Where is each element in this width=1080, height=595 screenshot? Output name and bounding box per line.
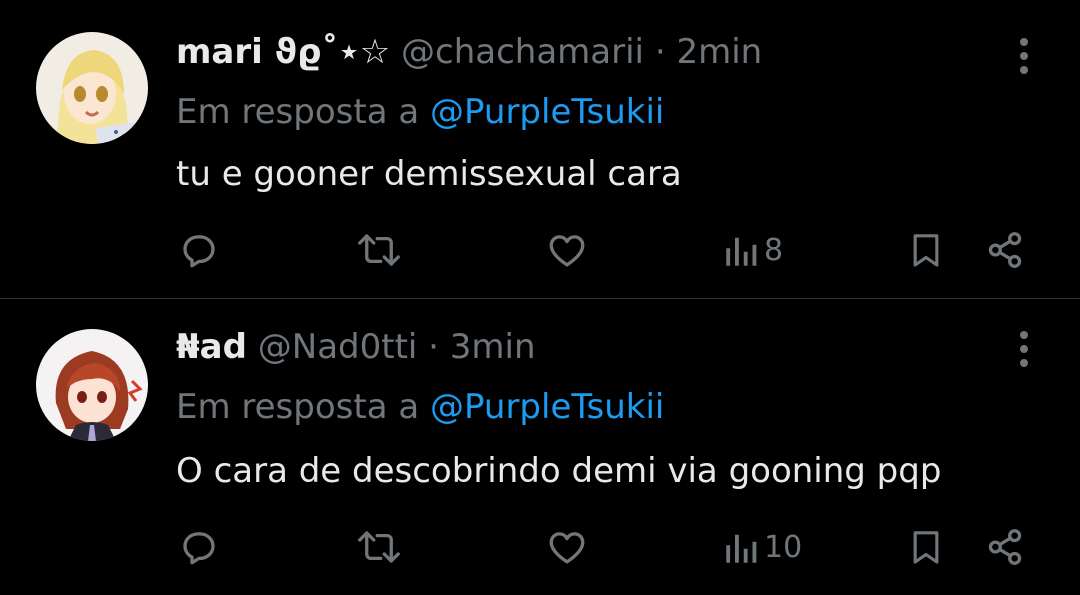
views-icon — [726, 237, 757, 266]
views-button[interactable]: 10 — [722, 521, 802, 573]
reply-prefix: Em resposta a — [176, 92, 420, 132]
separator: · — [428, 327, 439, 367]
reply-button[interactable] — [178, 521, 220, 573]
tweet-text: O cara de descobrindo demi via gooning p… — [176, 451, 942, 491]
reply-icon — [183, 235, 215, 268]
views-icon — [726, 534, 757, 563]
like-icon — [549, 532, 585, 564]
more-icon[interactable] — [1012, 331, 1036, 367]
like-button[interactable] — [546, 521, 588, 573]
reply-mention-link[interactable]: @PurpleTsukii — [430, 387, 664, 427]
views-count: 8 — [764, 232, 784, 268]
reply-context: Em resposta a @PurpleTsukii — [176, 383, 664, 431]
timestamp[interactable]: 3min — [450, 327, 536, 367]
avatar[interactable] — [36, 32, 148, 144]
share-icon — [988, 232, 1022, 268]
views-button[interactable]: 8 — [722, 224, 783, 276]
display-name[interactable]: ₦ad — [176, 327, 247, 367]
tweet[interactable]: ₦ad @Nad0tti · 3min Em resposta a @Purpl… — [0, 299, 1080, 595]
reply-icon — [183, 532, 215, 565]
like-icon — [549, 235, 585, 267]
retweet-button[interactable] — [356, 521, 402, 573]
views-count: 10 — [764, 529, 803, 565]
separator: · — [654, 32, 666, 72]
tweet-header: ₦ad @Nad0tti · 3min — [176, 323, 536, 371]
avatar[interactable] — [36, 329, 148, 441]
bookmark-icon — [913, 234, 939, 267]
reply-button[interactable] — [178, 224, 220, 276]
user-handle[interactable]: @chachamarii — [401, 32, 644, 72]
share-button[interactable] — [984, 521, 1026, 573]
retweet-icon — [358, 531, 400, 563]
more-icon[interactable] — [1012, 38, 1036, 74]
bookmark-icon — [913, 531, 939, 564]
share-button[interactable] — [984, 224, 1026, 276]
bookmark-button[interactable] — [906, 224, 946, 276]
reply-prefix: Em resposta a — [176, 387, 420, 427]
bookmark-button[interactable] — [906, 521, 946, 573]
timestamp[interactable]: 2min — [676, 32, 762, 72]
tweet-text: tu e gooner demissexual cara — [176, 154, 682, 194]
like-button[interactable] — [546, 224, 588, 276]
reply-context: Em resposta a @PurpleTsukii — [176, 88, 664, 136]
retweet-button[interactable] — [356, 224, 402, 276]
display-name[interactable]: mari ϑϱ˚⋆☆ — [176, 32, 390, 72]
reply-mention-link[interactable]: @PurpleTsukii — [430, 92, 664, 132]
action-bar: 10 — [0, 521, 1080, 573]
retweet-icon — [358, 234, 400, 266]
share-icon — [988, 529, 1022, 565]
user-handle[interactable]: @Nad0tti — [258, 327, 418, 367]
tweet-header: mari ϑϱ˚⋆☆ @chachamarii · 2min — [176, 28, 762, 76]
tweet[interactable]: mari ϑϱ˚⋆☆ @chachamarii · 2min Em respos… — [0, 0, 1080, 298]
action-bar: 8 — [0, 224, 1080, 276]
